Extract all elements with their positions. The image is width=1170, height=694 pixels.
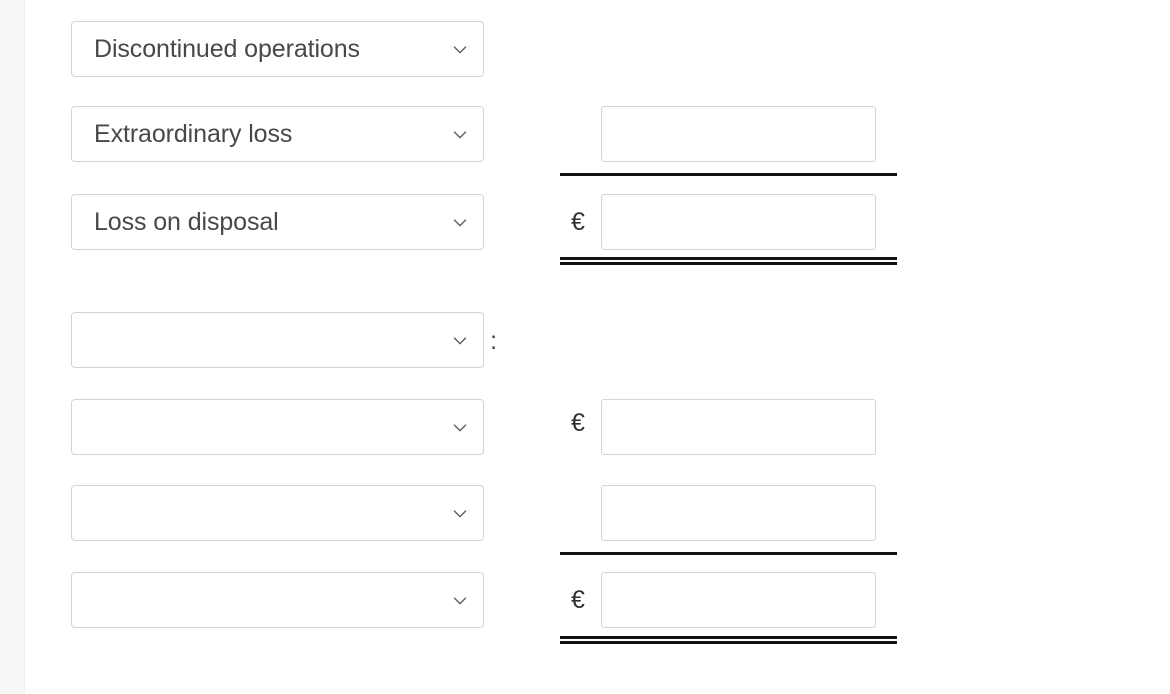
chevron-down-icon <box>449 589 471 611</box>
account-select-3-value: Loss on disposal <box>94 208 279 236</box>
account-select-3[interactable]: Loss on disposal <box>71 194 484 250</box>
account-select-1-value: Discontinued operations <box>94 35 360 63</box>
total-rule-double <box>560 636 897 644</box>
amount-input-5[interactable] <box>601 399 876 455</box>
section-separator-colon: : <box>490 325 498 355</box>
chevron-down-icon <box>449 416 471 438</box>
subtotal-rule-single <box>560 552 897 555</box>
account-select-1[interactable]: Discontinued operations <box>71 21 484 77</box>
account-select-2-value: Extraordinary loss <box>94 120 293 148</box>
subtotal-rule-single <box>560 173 897 176</box>
chevron-down-icon <box>449 123 471 145</box>
chevron-down-icon <box>449 38 471 60</box>
currency-symbol-3: € <box>571 208 585 236</box>
amount-input-2[interactable] <box>601 106 876 162</box>
account-select-5[interactable] <box>71 399 484 455</box>
account-select-6[interactable] <box>71 485 484 541</box>
amount-input-3[interactable] <box>601 194 876 250</box>
chevron-down-icon <box>449 502 471 524</box>
account-select-2[interactable]: Extraordinary loss <box>71 106 484 162</box>
currency-symbol-5: € <box>571 409 585 437</box>
amount-input-6[interactable] <box>601 485 876 541</box>
amount-input-7[interactable] <box>601 572 876 628</box>
account-select-7[interactable] <box>71 572 484 628</box>
chevron-down-icon <box>449 211 471 233</box>
currency-symbol-7: € <box>571 586 585 614</box>
income-statement-form: Discontinued operations Extraordinary lo… <box>0 0 1170 694</box>
chevron-down-icon <box>449 329 471 351</box>
total-rule-double <box>560 257 897 265</box>
account-select-4[interactable] <box>71 312 484 368</box>
